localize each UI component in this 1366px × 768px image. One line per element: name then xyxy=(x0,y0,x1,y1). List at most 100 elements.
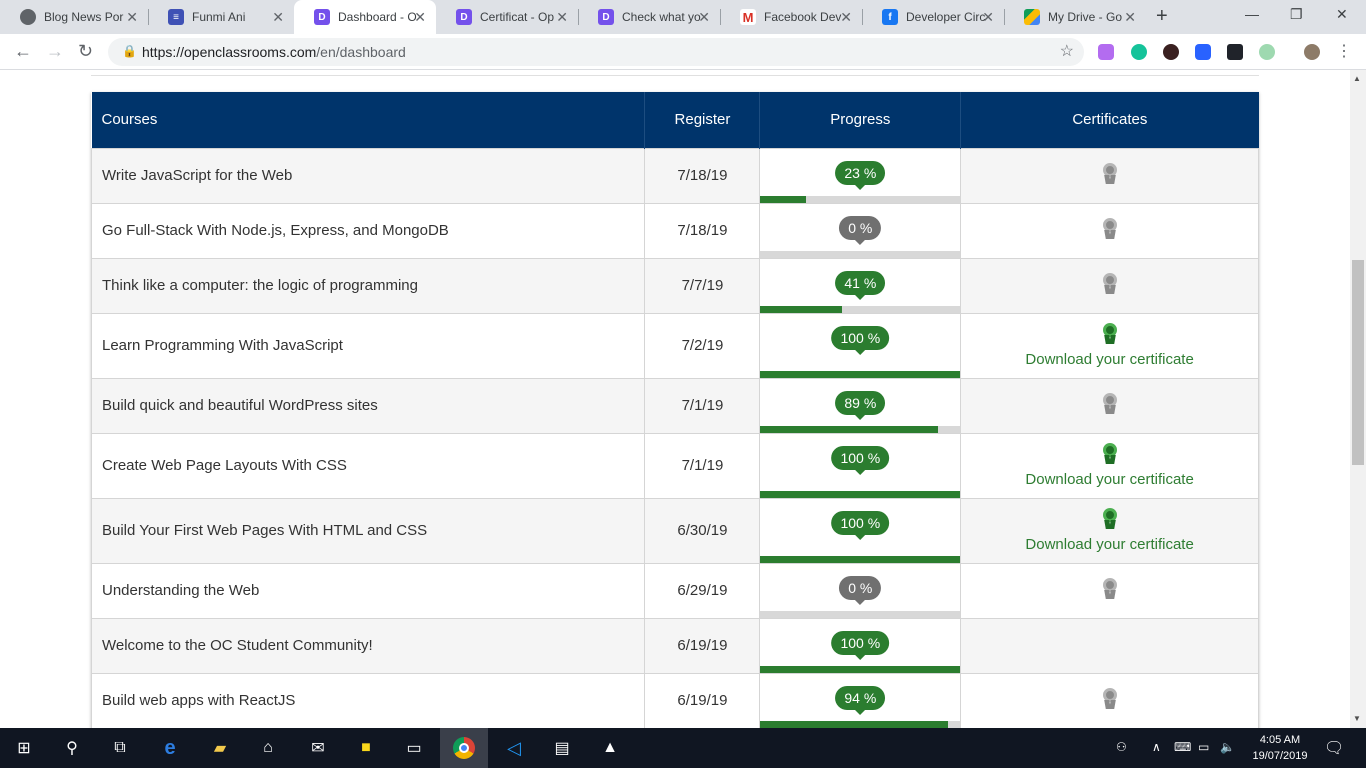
edge-icon[interactable]: e xyxy=(158,736,182,760)
chrome-icon[interactable] xyxy=(452,736,476,760)
taskbar-clock[interactable]: 4:05 AM 19/07/2019 xyxy=(1248,732,1312,764)
certificate-earned-icon[interactable] xyxy=(1102,443,1118,465)
close-window-icon[interactable]: ✕ xyxy=(1336,6,1348,23)
restore-icon[interactable]: ❐ xyxy=(1290,6,1303,23)
close-tab-icon[interactable]: ✕ xyxy=(698,9,710,26)
progress-bar-fill xyxy=(760,425,939,433)
download-certificate-link[interactable]: Download your certificate xyxy=(961,351,1258,368)
address-bar[interactable]: 🔒 https://openclassrooms.com/en/dashboar… xyxy=(108,38,1084,66)
certificate-locked-icon xyxy=(1102,272,1118,295)
minimize-icon[interactable]: — xyxy=(1245,6,1259,22)
react-devtools-icon[interactable] xyxy=(1227,44,1243,60)
course-name[interactable]: Write JavaScript for the Web xyxy=(90,147,646,204)
browser-toolbar: ← → ↻ 🔒 https://openclassrooms.com/en/da… xyxy=(0,34,1366,70)
sticky-notes-icon[interactable]: ■ xyxy=(354,736,378,760)
extension-k-icon[interactable] xyxy=(1163,44,1179,60)
notifications-icon[interactable]: 🗨 xyxy=(1324,738,1344,758)
progress-bar-fill xyxy=(760,665,961,673)
close-tab-icon[interactable]: ✕ xyxy=(1124,9,1136,26)
browser-tab-active[interactable]: D Dashboard - O ✕ xyxy=(294,0,436,34)
close-tab-icon[interactable]: ✕ xyxy=(126,9,138,26)
table-row[interactable]: Write JavaScript for the Web 7/18/19 23 % xyxy=(90,147,1259,204)
course-name[interactable]: Go Full-Stack With Node.js, Express, and… xyxy=(90,202,646,259)
close-tab-icon[interactable]: ✕ xyxy=(414,9,426,26)
menu-icon[interactable]: ⋮ xyxy=(1336,41,1352,61)
table-row[interactable]: Go Full-Stack With Node.js, Express, and… xyxy=(90,202,1259,259)
network-icon[interactable]: ▭ xyxy=(1198,740,1209,754)
tray-chevron-icon[interactable]: ∧ xyxy=(1152,740,1161,754)
gmail-icon: M xyxy=(740,9,756,25)
extension-icon[interactable] xyxy=(1195,44,1211,60)
vscode-icon[interactable]: ◁ xyxy=(502,736,526,760)
extension-icon[interactable] xyxy=(1259,44,1275,60)
course-name[interactable]: Create Web Page Layouts With CSS xyxy=(90,432,646,499)
progress-badge: 89 % xyxy=(835,390,886,420)
reload-icon[interactable]: ↻ xyxy=(78,41,93,62)
progress-bar-fill xyxy=(760,305,843,313)
bookmark-star-icon[interactable]: ☆ xyxy=(1060,41,1074,61)
progress-bar-fill xyxy=(760,195,807,203)
browser-tab[interactable]: Blog News Por ✕ xyxy=(0,0,148,34)
close-tab-icon[interactable]: ✕ xyxy=(272,9,284,26)
download-certificate-link[interactable]: Download your certificate xyxy=(961,536,1258,553)
profile-avatar[interactable] xyxy=(1304,44,1320,60)
scroll-down-icon[interactable]: ▼ xyxy=(1353,714,1361,723)
browser-tab[interactable]: My Drive - Go ✕ xyxy=(1004,0,1146,34)
browser-tab[interactable]: f Developer Circ ✕ xyxy=(862,0,1004,34)
new-tab-button[interactable]: + xyxy=(1156,5,1168,28)
ime-icon[interactable]: ⌨ xyxy=(1174,740,1191,754)
windows-start-icon[interactable]: ⊞ xyxy=(12,736,36,760)
course-name[interactable]: Understanding the Web xyxy=(90,562,646,619)
terminal-icon[interactable]: ▭ xyxy=(402,736,426,760)
course-name[interactable]: Welcome to the OC Student Community! xyxy=(90,617,646,674)
scroll-up-icon[interactable]: ▲ xyxy=(1353,74,1361,83)
close-tab-icon[interactable]: ✕ xyxy=(982,9,994,26)
table-row[interactable]: Understanding the Web 6/29/19 0 % xyxy=(90,562,1259,619)
table-row[interactable]: Build quick and beautiful WordPress site… xyxy=(90,377,1259,434)
course-name[interactable]: Build Your First Web Pages With HTML and… xyxy=(90,497,646,564)
course-name[interactable]: Build web apps with ReactJS xyxy=(90,672,646,728)
store-icon[interactable]: ⌂ xyxy=(256,736,280,760)
scrollbar-thumb[interactable] xyxy=(1352,260,1364,465)
close-tab-icon[interactable]: ✕ xyxy=(556,9,568,26)
people-icon[interactable]: ⚇ xyxy=(1116,740,1127,754)
back-icon[interactable]: ← xyxy=(14,41,32,62)
tab-title: Facebook Dev xyxy=(764,10,842,24)
certificate-cell xyxy=(960,617,1259,674)
certificate-cell xyxy=(960,377,1259,434)
progress-bar xyxy=(760,665,961,673)
table-row[interactable]: Think like a computer: the logic of prog… xyxy=(90,257,1259,314)
video-editor-icon[interactable]: ▤ xyxy=(550,736,574,760)
browser-tab[interactable]: ≡ Funmi Ani ✕ xyxy=(148,0,294,34)
forward-icon[interactable]: → xyxy=(46,41,64,62)
progress-bar xyxy=(760,490,961,498)
photos-icon[interactable]: ▲ xyxy=(598,736,622,760)
volume-icon[interactable]: 🔈 xyxy=(1220,740,1235,754)
mail-icon[interactable]: ✉ xyxy=(306,736,330,760)
table-row[interactable]: Learn Programming With JavaScript 7/2/19 1… xyxy=(90,312,1259,379)
course-name[interactable]: Learn Programming With JavaScript xyxy=(90,312,646,379)
grammarly-icon[interactable] xyxy=(1131,44,1147,60)
openclassrooms-icon: D xyxy=(598,9,614,25)
course-name[interactable]: Think like a computer: the logic of prog… xyxy=(90,257,646,314)
table-row[interactable]: Welcome to the OC Student Community! 6/19… xyxy=(90,617,1259,674)
download-certificate-link[interactable]: Download your certificate xyxy=(961,471,1258,488)
file-explorer-icon[interactable]: ▰ xyxy=(208,736,232,760)
register-date: 7/7/19 xyxy=(644,257,761,314)
extension-icon[interactable] xyxy=(1098,44,1114,60)
table-row[interactable]: Create Web Page Layouts With CSS 7/1/19 10… xyxy=(90,432,1259,499)
browser-tab[interactable]: M Facebook Dev ✕ xyxy=(720,0,862,34)
progress-cell: 100 % xyxy=(759,497,962,564)
course-name[interactable]: Build quick and beautiful WordPress site… xyxy=(90,377,646,434)
task-view-icon[interactable]: ⧉ xyxy=(108,736,132,760)
certificate-earned-icon[interactable] xyxy=(1102,508,1118,530)
search-icon[interactable]: ⚲ xyxy=(60,736,84,760)
table-row[interactable]: Build web apps with ReactJS 6/19/19 94 % xyxy=(90,672,1259,728)
certificate-earned-icon[interactable] xyxy=(1102,323,1118,345)
progress-bar xyxy=(760,305,961,313)
browser-tab[interactable]: D Certificat - Op ✕ xyxy=(436,0,578,34)
table-row[interactable]: Build Your First Web Pages With HTML and… xyxy=(90,497,1259,564)
progress-cell: 23 % xyxy=(759,147,962,204)
close-tab-icon[interactable]: ✕ xyxy=(840,9,852,26)
browser-tab[interactable]: D Check what yo ✕ xyxy=(578,0,720,34)
